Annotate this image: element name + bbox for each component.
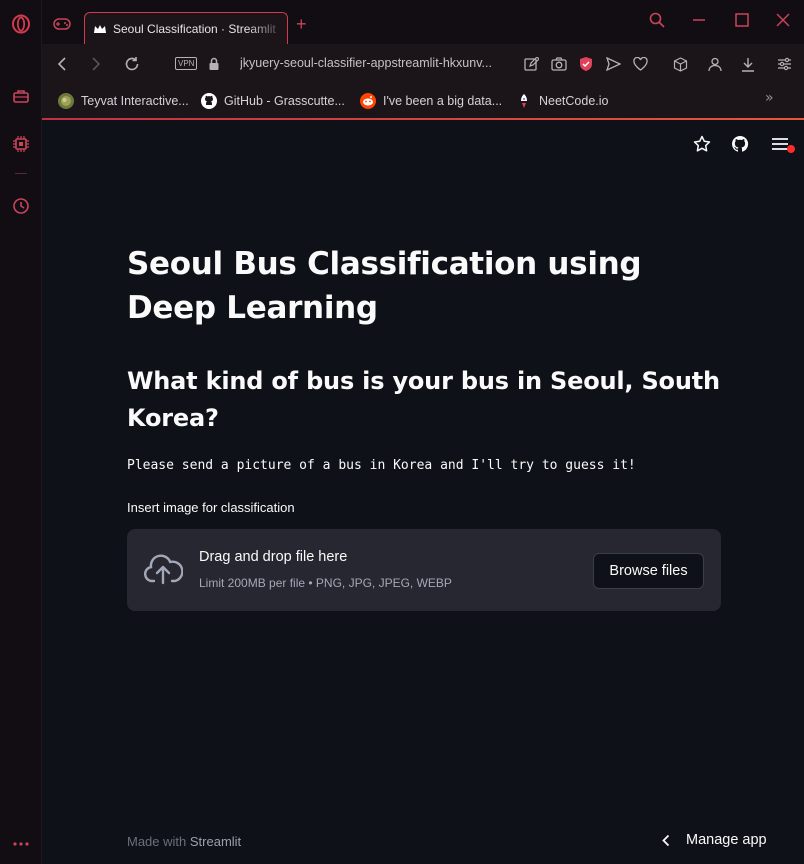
manage-app-button[interactable]: Manage app bbox=[662, 825, 767, 855]
search-tabs-icon[interactable] bbox=[647, 10, 667, 30]
footer: Made with Streamlit bbox=[127, 834, 241, 849]
profile-icon[interactable] bbox=[706, 55, 724, 73]
gamepad-icon[interactable] bbox=[52, 14, 72, 34]
cube-extension-icon[interactable] bbox=[671, 55, 689, 73]
streamlit-crown-icon bbox=[93, 24, 107, 34]
bookmark-reddit[interactable]: I've been a big data... bbox=[360, 91, 502, 111]
opera-logo-icon[interactable] bbox=[9, 12, 33, 36]
reload-icon[interactable] bbox=[122, 54, 142, 74]
briefcase-icon[interactable] bbox=[9, 84, 33, 108]
footer-made-with: Made with bbox=[127, 834, 187, 849]
chevron-left-icon bbox=[662, 834, 670, 847]
camera-icon[interactable] bbox=[550, 55, 568, 73]
url-field[interactable]: jkyuery-seoul-classifier-appstreamlit-hk… bbox=[240, 56, 518, 70]
browse-files-button[interactable]: Browse files bbox=[593, 553, 704, 589]
lock-icon[interactable] bbox=[204, 54, 224, 74]
reddit-icon bbox=[360, 93, 376, 109]
instruction-text: Please send a picture of a bus in Korea … bbox=[127, 458, 636, 473]
footer-streamlit-link[interactable]: Streamlit bbox=[190, 834, 241, 849]
send-icon[interactable] bbox=[604, 55, 622, 73]
star-icon[interactable] bbox=[692, 134, 712, 154]
manage-app-label: Manage app bbox=[686, 832, 767, 848]
sidebar-divider bbox=[15, 173, 27, 174]
page-title: Seoul Bus Classification using Deep Lear… bbox=[127, 246, 642, 326]
bookmarks-bar: Teyvat Interactive... GitHub - Grasscutt… bbox=[42, 84, 804, 118]
bookmarks-overflow-button[interactable]: » bbox=[765, 90, 774, 106]
bookmark-teyvat[interactable]: Teyvat Interactive... bbox=[58, 91, 189, 111]
history-icon[interactable] bbox=[9, 194, 33, 218]
edit-icon[interactable] bbox=[522, 55, 540, 73]
cloud-upload-icon bbox=[143, 553, 184, 587]
cpu-icon[interactable] bbox=[9, 132, 33, 156]
ad-blocker-shield-icon[interactable] bbox=[577, 55, 595, 73]
tab-strip: Seoul Classification · Streamlit + bbox=[42, 0, 804, 44]
globe-icon bbox=[58, 93, 74, 109]
heart-icon[interactable] bbox=[631, 55, 649, 73]
minimize-icon[interactable] bbox=[689, 10, 709, 30]
bookmark-github[interactable]: GitHub - Grasscutte... bbox=[201, 91, 345, 111]
more-dots-icon[interactable] bbox=[9, 832, 33, 856]
dropzone-limits: Limit 200MB per file • PNG, JPG, JPEG, W… bbox=[199, 576, 452, 590]
vpn-badge[interactable]: VPN bbox=[175, 57, 198, 70]
menu-notification-dot bbox=[787, 145, 795, 153]
uploader-label: Insert image for classification bbox=[127, 500, 295, 515]
back-icon[interactable] bbox=[52, 54, 72, 74]
tab-seoul-classification[interactable]: Seoul Classification · Streamlit bbox=[84, 12, 288, 44]
github-icon[interactable] bbox=[730, 134, 750, 154]
address-bar: VPN jkyuery-seoul-classifier-appstreamli… bbox=[42, 44, 804, 84]
streamlit-app: Seoul Bus Classification using Deep Lear… bbox=[42, 120, 804, 864]
maximize-icon[interactable] bbox=[732, 10, 752, 30]
new-tab-button[interactable]: + bbox=[296, 14, 307, 35]
file-dropzone[interactable]: Drag and drop file here Limit 200MB per … bbox=[127, 529, 721, 611]
close-window-icon[interactable] bbox=[773, 10, 793, 30]
opera-sidebar bbox=[0, 0, 42, 864]
github-icon bbox=[201, 93, 217, 109]
rocket-icon bbox=[516, 93, 532, 109]
bookmark-neetcode[interactable]: NeetCode.io bbox=[516, 91, 609, 111]
forward-icon[interactable] bbox=[86, 54, 106, 74]
easy-setup-icon[interactable] bbox=[775, 55, 793, 73]
dropzone-title: Drag and drop file here bbox=[199, 549, 348, 565]
browser-window: Seoul Classification · Streamlit + VPN j… bbox=[0, 0, 804, 864]
page-subtitle: What kind of bus is your bus in Seoul, S… bbox=[127, 367, 720, 432]
download-icon[interactable] bbox=[739, 55, 757, 73]
